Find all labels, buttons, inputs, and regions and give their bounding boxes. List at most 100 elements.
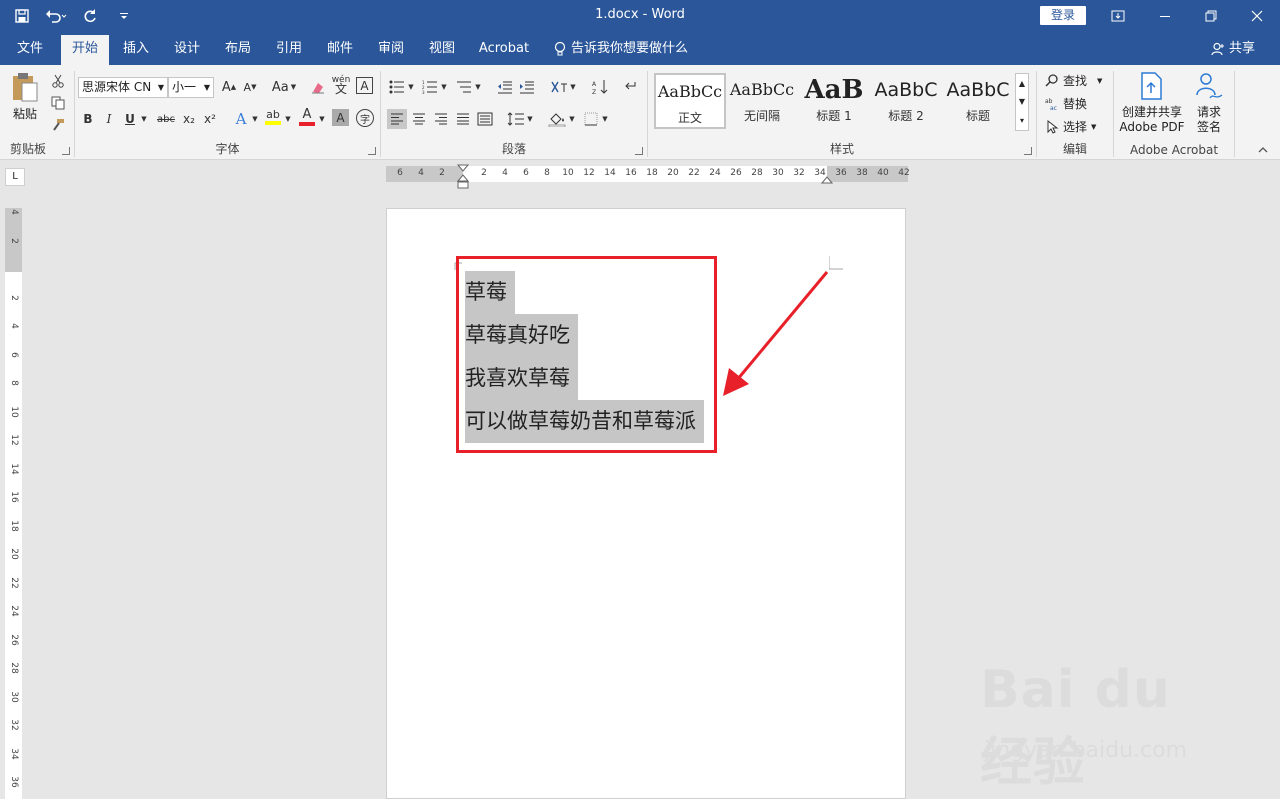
character-border-button[interactable]: A (356, 77, 373, 94)
copy-icon[interactable] (48, 93, 68, 113)
ruler-tick: 4 (9, 323, 19, 329)
justify-icon[interactable] (453, 109, 473, 129)
clipboard-launcher-icon[interactable] (62, 147, 70, 155)
tab-insert[interactable]: 插入 (114, 32, 158, 65)
paste-button[interactable]: 粘贴 (6, 71, 44, 122)
styles-launcher-icon[interactable] (1024, 147, 1032, 155)
align-left-icon[interactable] (387, 109, 407, 129)
ribbon-display-options-icon[interactable] (1106, 4, 1130, 28)
ruler-tick: 24 (9, 605, 19, 617)
italic-button[interactable]: I (99, 109, 119, 129)
minimize-icon[interactable] (1153, 4, 1177, 28)
scroll-up-icon[interactable]: ▲ (1019, 79, 1025, 88)
superscript-button[interactable]: x² (200, 109, 220, 129)
multilevel-dropdown-icon[interactable]: ▼ (473, 77, 483, 97)
indent-marker-icon[interactable] (457, 164, 469, 190)
share-button[interactable]: 共享 (1211, 32, 1255, 65)
style-heading-2[interactable]: AaBbC 标题 2 (870, 73, 942, 129)
chevron-down-icon: ▼ (203, 83, 210, 92)
style-normal[interactable]: AaBbCc 正文 (654, 73, 726, 129)
shading-icon[interactable] (547, 109, 567, 129)
distributed-icon[interactable] (475, 109, 495, 129)
font-color-button[interactable]: A (297, 107, 317, 127)
underline-button[interactable]: U (120, 109, 140, 129)
style-sample: AaB (804, 75, 864, 105)
more-styles-icon[interactable]: ▾ (1020, 116, 1024, 125)
tab-selector[interactable]: L (5, 168, 25, 186)
grow-font-button[interactable]: A ▲ (219, 77, 239, 97)
style-title[interactable]: AaBbC 标题 (942, 73, 1014, 129)
restore-icon[interactable] (1199, 4, 1223, 28)
replace-button[interactable]: ab ac 替换 (1045, 95, 1087, 112)
text-effects-dropdown-icon[interactable]: ▼ (250, 109, 260, 129)
shrink-font-button[interactable]: A ▼ (240, 77, 260, 97)
select-button[interactable]: 选择 ▼ (1045, 118, 1096, 135)
align-right-icon[interactable] (431, 109, 451, 129)
horizontal-ruler[interactable]: 6 4 2 2 4 6 8 10 12 14 16 18 20 22 24 26 28 30 32 34 36 38 40 4… (386, 164, 910, 189)
find-button[interactable]: 查找 ▼ (1045, 72, 1102, 89)
tab-mailings[interactable]: 邮件 (318, 32, 362, 65)
login-button[interactable]: 登录 (1040, 6, 1086, 25)
tab-design[interactable]: 设计 (165, 32, 209, 65)
vertical-ruler[interactable]: 4 2 2 4 6 8 10 12 14 16 18 20 22 24 26 28 30 32 34 36 (5, 208, 22, 799)
borders-dropdown-icon[interactable]: ▼ (600, 109, 610, 129)
tab-review[interactable]: 审阅 (369, 32, 413, 65)
bold-button[interactable]: B (78, 109, 98, 129)
font-color-dropdown-icon[interactable]: ▼ (317, 109, 327, 129)
format-painter-icon[interactable] (48, 115, 68, 135)
strikethrough-button[interactable]: abc (155, 109, 177, 129)
style-heading-1[interactable]: AaB 标题 1 (798, 73, 870, 129)
tab-references[interactable]: 引用 (267, 32, 311, 65)
highlight-dropdown-icon[interactable]: ▼ (283, 109, 293, 129)
borders-icon[interactable] (581, 109, 601, 129)
bullets-icon[interactable] (387, 77, 407, 97)
line-spacing-dropdown-icon[interactable]: ▼ (525, 109, 535, 129)
align-center-icon[interactable] (409, 109, 429, 129)
cut-icon[interactable] (48, 71, 68, 91)
paste-label: 粘贴 (12, 107, 37, 121)
tab-file[interactable]: 文件 (8, 32, 52, 65)
sort-icon[interactable]: AZ (590, 77, 610, 97)
font-name-select[interactable]: 思源宋体 CN ▼ (78, 77, 168, 98)
style-no-spacing[interactable]: AaBbCc 无间隔 (726, 73, 798, 129)
subscript-button[interactable]: x₂ (179, 109, 199, 129)
chevron-down-icon: ▼ (157, 83, 164, 92)
shading-dropdown-icon[interactable]: ▼ (567, 109, 577, 129)
paragraph-launcher-icon[interactable] (635, 147, 643, 155)
scroll-down-icon[interactable]: ▼ (1019, 97, 1025, 106)
underline-dropdown-icon[interactable]: ▼ (139, 109, 149, 129)
show-formatting-marks-icon[interactable] (621, 77, 641, 97)
asian-layout-icon[interactable] (549, 77, 569, 97)
ruler-tick: 4 (502, 168, 508, 178)
close-icon[interactable] (1245, 4, 1269, 28)
phonetic-guide-button[interactable]: wén 文 (331, 75, 351, 96)
request-signature-button[interactable]: 请求 签名 (1190, 71, 1228, 135)
change-case-button[interactable]: Aa ▼ (269, 77, 299, 97)
bullets-dropdown-icon[interactable]: ▼ (406, 77, 416, 97)
clipboard-group: 粘贴 剪贴板 (0, 65, 74, 160)
text-effects-button[interactable]: A (231, 109, 251, 129)
numbering-icon[interactable]: 123 (420, 77, 440, 97)
font-launcher-icon[interactable] (368, 147, 376, 155)
tab-layout[interactable]: 布局 (216, 32, 260, 65)
tab-view[interactable]: 视图 (420, 32, 464, 65)
font-size-select[interactable]: 小一 ▼ (168, 77, 214, 98)
line-spacing-icon[interactable] (506, 109, 526, 129)
styles-gallery-scroll[interactable]: ▲ ▼ ▾ (1015, 73, 1029, 131)
window-title: 1.docx - Word (595, 7, 685, 22)
clear-format-icon[interactable] (308, 77, 328, 97)
enclose-characters-button[interactable]: 字 (356, 109, 374, 127)
tell-me-search[interactable]: 告诉我你想要做什么 (553, 32, 688, 65)
numbering-dropdown-icon[interactable]: ▼ (439, 77, 449, 97)
asian-layout-dropdown-icon[interactable]: ▼ (568, 77, 578, 97)
increase-indent-icon[interactable] (517, 77, 537, 97)
tab-acrobat[interactable]: Acrobat (472, 32, 536, 65)
decrease-indent-icon[interactable] (495, 77, 515, 97)
collapse-ribbon-icon[interactable] (1255, 143, 1271, 157)
multilevel-list-icon[interactable] (454, 77, 474, 97)
ruler-tick: 4 (418, 168, 424, 178)
highlight-button[interactable]: ab (263, 107, 283, 127)
tab-home[interactable]: 开始 (61, 35, 109, 65)
character-shading-button[interactable]: A (332, 109, 349, 126)
create-share-pdf-button[interactable]: 创建并共享 Adobe PDF (1118, 71, 1186, 135)
